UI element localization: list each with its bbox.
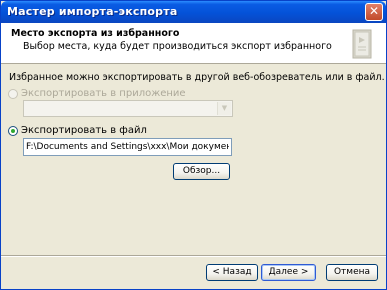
description-text: Избранное можно экспортировать в другой … — [9, 72, 385, 83]
browse-button[interactable]: Обзор... — [173, 163, 230, 180]
cancel-button[interactable]: Отмена — [326, 264, 378, 281]
export-to-app-radio[interactable] — [8, 88, 18, 99]
export-to-app-label: Экспортировать в приложение — [21, 88, 186, 99]
export-to-file-label[interactable]: Экспортировать в файл — [21, 125, 147, 136]
export-to-file-radio[interactable] — [8, 125, 18, 136]
header-subtitle: Выбор места, куда будет производиться эк… — [23, 41, 332, 52]
title-bar: Мастер импорта-экспорта ✕ — [1, 1, 386, 23]
file-path-input[interactable] — [23, 138, 232, 156]
application-combobox[interactable]: ▼ — [23, 100, 233, 117]
footer-separator — [1, 255, 386, 257]
close-button[interactable]: ✕ — [365, 3, 383, 21]
export-to-app-option: Экспортировать в приложение — [8, 88, 186, 99]
export-to-file-option[interactable]: Экспортировать в файл — [8, 125, 147, 136]
favorites-export-icon — [352, 29, 372, 59]
header-title: Место экспорта из избранного — [11, 28, 180, 39]
back-button[interactable]: < Назад — [206, 264, 258, 281]
chevron-down-icon[interactable]: ▼ — [217, 102, 231, 115]
next-button[interactable]: Далее > — [261, 264, 316, 281]
import-export-wizard-window: Мастер импорта-экспорта ✕ Место экспорта… — [0, 0, 387, 290]
wizard-header: Место экспорта из избранного Выбор места… — [1, 23, 386, 64]
window-title: Мастер импорта-экспорта — [7, 5, 178, 18]
